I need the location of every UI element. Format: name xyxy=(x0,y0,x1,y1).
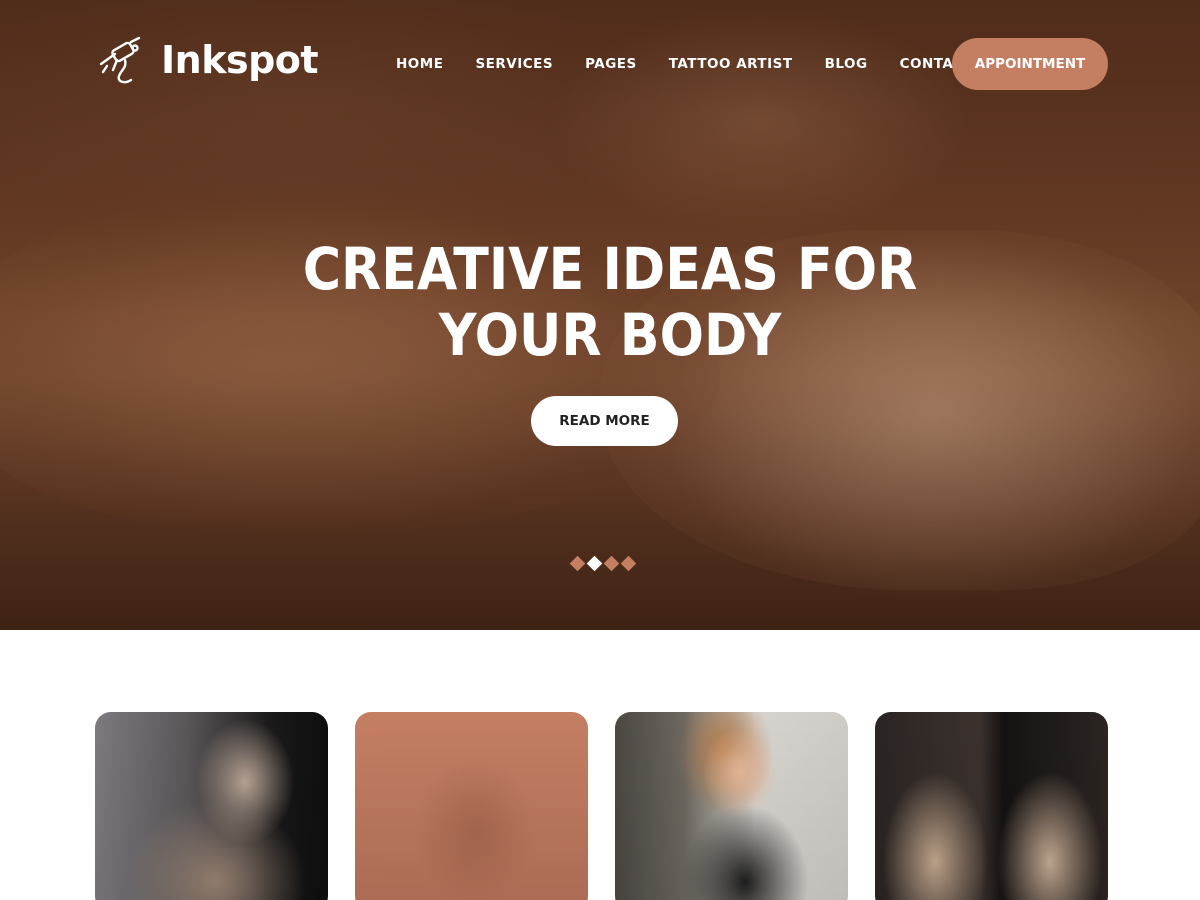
nav-home[interactable]: HOME xyxy=(380,52,459,76)
slider-dot-1[interactable] xyxy=(569,555,586,572)
slider-dot-4[interactable] xyxy=(620,555,637,572)
read-more-button[interactable]: READ MORE xyxy=(531,396,678,446)
tattoo-machine-icon xyxy=(99,36,141,84)
gallery-card-3[interactable] xyxy=(615,712,848,900)
card-shade xyxy=(615,712,848,900)
gallery-card-2[interactable] xyxy=(355,712,588,900)
hero-title-line-2: YOUR BODY xyxy=(438,301,782,369)
hero-banner: Inkspot HOME SERVICES PAGES TATTOO ARTIS… xyxy=(0,0,1200,630)
gallery-card-4[interactable] xyxy=(875,712,1108,900)
nav-pages[interactable]: PAGES xyxy=(569,52,653,76)
brand-logo[interactable]: Inkspot xyxy=(95,34,319,86)
slider-dot-3[interactable] xyxy=(603,555,620,572)
hero-title: CREATIVE IDEAS FOR YOUR BODY xyxy=(241,236,979,368)
card-shade xyxy=(875,712,1108,900)
brand-name: Inkspot xyxy=(161,38,319,82)
slider-dot-2[interactable] xyxy=(586,555,603,572)
slider-dots xyxy=(569,555,637,572)
card-shade xyxy=(95,712,328,900)
main-nav: HOME SERVICES PAGES TATTOO ARTIST BLOG C… xyxy=(380,52,989,76)
card-shade xyxy=(355,712,588,900)
nav-blog[interactable]: BLOG xyxy=(809,52,884,76)
gallery-card-1[interactable] xyxy=(95,712,328,900)
appointment-button[interactable]: APPOINTMENT xyxy=(952,38,1108,90)
gallery-cards xyxy=(95,712,1108,900)
nav-services[interactable]: SERVICES xyxy=(459,52,569,76)
nav-tattoo-artist[interactable]: TATTOO ARTIST xyxy=(653,52,809,76)
site-header: Inkspot HOME SERVICES PAGES TATTOO ARTIS… xyxy=(0,0,1200,130)
hero-title-line-1: CREATIVE IDEAS FOR xyxy=(302,235,918,303)
